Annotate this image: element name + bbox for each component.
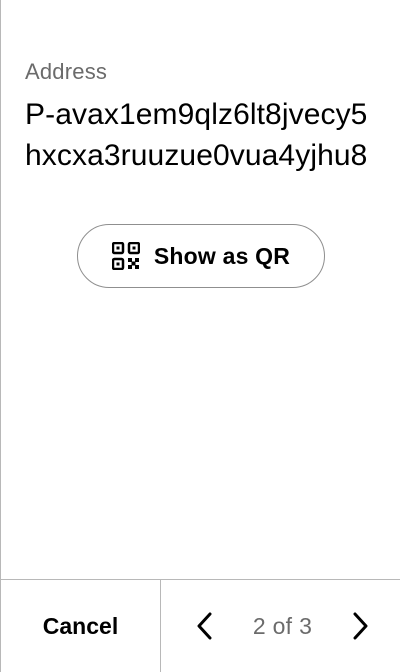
- previous-page-button[interactable]: [187, 608, 223, 644]
- qr-code-icon: [111, 242, 140, 270]
- bottom-action-bar: Cancel 2 of 3: [1, 579, 400, 672]
- cancel-button[interactable]: Cancel: [1, 580, 161, 672]
- address-label: Address: [25, 59, 108, 84]
- show-as-qr-button[interactable]: Show as QR: [77, 224, 325, 288]
- address-value: P-avax1em9qlz6lt8jvecy5hxcxa3ruuzue0vua4…: [25, 98, 368, 172]
- next-page-button[interactable]: [342, 608, 378, 644]
- chevron-left-icon: [197, 612, 212, 640]
- chevron-right-icon: [353, 612, 368, 640]
- show-as-qr-label: Show as QR: [153, 242, 291, 269]
- address-section: Address P-avax1em9qlz6lt8jvecy5hxcxa3ruu…: [25, 58, 381, 176]
- page-indicator: 2 of 3: [252, 612, 313, 639]
- review-screen: Address P-avax1em9qlz6lt8jvecy5hxcxa3ruu…: [0, 0, 400, 672]
- pagination: 2 of 3: [161, 580, 400, 672]
